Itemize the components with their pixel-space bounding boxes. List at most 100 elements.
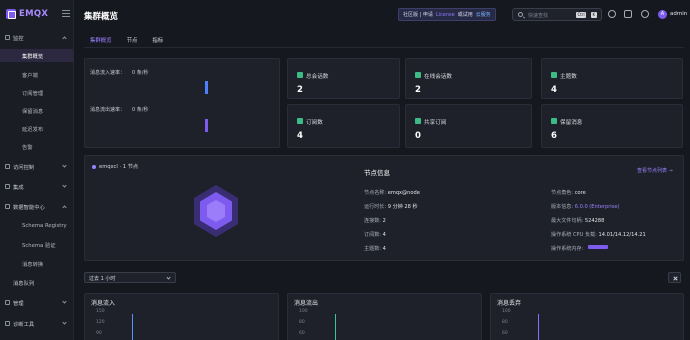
cpu-load-row: 操作系统 CPU 负载: 14.01/14.12/14.21 (551, 231, 646, 238)
sidebar-item-access-control[interactable]: 访问控制 (0, 160, 73, 173)
time-range-select[interactable]: 过去 1 小时 (84, 272, 176, 283)
collapse-menu-icon[interactable] (62, 10, 70, 17)
bell-icon[interactable] (608, 10, 616, 18)
chart-title: 消息流入 (91, 300, 116, 307)
stat-value: 2 (415, 85, 421, 95)
chevron-up-icon (62, 205, 67, 210)
y-tick-label: 90 (96, 331, 102, 336)
username[interactable]: admin (670, 11, 687, 17)
topics-key: 主题数: (364, 246, 381, 252)
y-tick-label: 120 (96, 320, 105, 325)
sidebar-item-integration[interactable]: 集成 (0, 180, 73, 193)
close-button[interactable] (668, 272, 681, 283)
subscriptions-key: 订阅数: (364, 232, 381, 238)
integration-icon (5, 184, 10, 189)
sidebar-item-schema-validation[interactable]: Schema 验证 (0, 238, 73, 251)
cpu-load-value: 14.01/14.12/14.21 (598, 232, 646, 238)
cloud-link[interactable]: 云服务 (476, 11, 491, 18)
chevron-down-icon (166, 274, 171, 280)
memory-usage-bar (588, 245, 608, 249)
shortcut-key: K (591, 12, 597, 18)
topics-row: 主题数: 4 (364, 245, 386, 252)
sidebar-item-clients[interactable]: 客户端 (0, 68, 73, 81)
edition-text: 社区版 | 申请 (403, 12, 433, 18)
inbound-rate-value: 0 条/秒 (132, 70, 149, 76)
stat-label: 订阅数 (306, 120, 323, 126)
file-handles-row: 最大文件句柄: 524288 (551, 217, 604, 224)
online-icon (415, 72, 421, 78)
sidebar-item-monitor[interactable]: 监控 (0, 31, 73, 44)
sidebar-item-label: 客户端 (22, 72, 38, 79)
chevron-down-icon (62, 299, 67, 304)
chevron-down-icon (62, 320, 67, 325)
sidebar-item-label: 告警 (22, 144, 33, 151)
outbound-rate-bar (205, 119, 208, 132)
sidebar-item-cluster-overview[interactable]: 集群概览 (0, 49, 73, 62)
tab-metrics[interactable]: 指标 (146, 34, 169, 48)
sidebar-item-delayed[interactable]: 延迟发布 (0, 122, 73, 135)
sidebar-item-data-intelligence[interactable]: 数据智能中心 (0, 200, 73, 213)
y-tick-label: 150 (96, 309, 105, 314)
shared-icon (415, 118, 421, 124)
y-tick-label: 100 (502, 309, 511, 314)
node-list-link[interactable]: 查看节点列表 → (637, 167, 673, 174)
stat-label: 主题数 (560, 74, 577, 80)
theme-icon[interactable] (624, 10, 632, 18)
gear-icon[interactable] (641, 10, 649, 18)
sidebar-item-management[interactable]: 管理 (0, 296, 73, 309)
node-info-panel: emqxcl · 1 节点 节点信息 查看节点列表 → 节点名称: emqx@n… (84, 155, 684, 261)
sidebar-item-diagnostics[interactable]: 诊断工具 (0, 317, 73, 330)
topic-icon (551, 72, 557, 78)
stat-value: 2 (297, 85, 303, 95)
node-info-title: 节点信息 (364, 169, 390, 177)
uptime-row: 运行时长: 9 分钟 28 秒 (364, 203, 418, 210)
stat-card-online-sessions: 在线会话数 2 (405, 58, 532, 99)
stat-value: 0 (415, 131, 421, 141)
tab-cluster-overview[interactable]: 集群概览 (84, 34, 118, 48)
sidebar-item-label: 消息队列 (13, 280, 35, 287)
brand-logo[interactable]: EMQX (6, 9, 48, 19)
data-center-icon (5, 204, 10, 209)
cpu-load-key: 操作系统 CPU 负载: (551, 232, 597, 238)
sidebar-item-schema-registry[interactable]: Schema Registry (0, 219, 73, 232)
connections-row: 连接数: 2 (364, 217, 386, 224)
edition-text: 或试用 (457, 12, 473, 18)
stat-value: 6 (551, 131, 557, 141)
sidebar-item-subscriptions[interactable]: 订阅管理 (0, 86, 73, 99)
tab-divider (84, 47, 684, 48)
chevron-down-icon (62, 183, 67, 188)
sidebar-item-label: 数据智能中心 (13, 204, 45, 211)
subscriptions-value: 4 (382, 232, 386, 238)
stat-value: 4 (297, 131, 303, 141)
sidebar-item-message-queue[interactable]: 消息队列 (0, 276, 73, 289)
emqx-logo-icon (6, 9, 16, 19)
avatar[interactable]: A (658, 10, 667, 19)
stat-card-shared-subscriptions: 共享订阅 0 (405, 104, 532, 148)
sidebar-item-message-transform[interactable]: 消息转换 (0, 257, 73, 270)
sidebar-item-retained[interactable]: 保留消息 (0, 104, 73, 117)
cluster-header: emqxcl · 1 节点 (92, 163, 138, 170)
sidebar-item-label: Schema 验证 (22, 242, 56, 249)
sidebar-item-alarms[interactable]: 告警 (0, 140, 73, 153)
sidebar-item-label: 订阅管理 (22, 90, 44, 97)
chart-line (538, 314, 539, 340)
tab-nodes[interactable]: 节点 (121, 34, 144, 48)
shortcut-key: Ctrl (576, 12, 587, 18)
page-title: 集群概览 (84, 12, 119, 22)
connections-value: 2 (382, 218, 386, 224)
node-hexagon-icon[interactable] (191, 183, 241, 239)
connections-key: 连接数: (364, 218, 381, 224)
version-key: 版本信息: (551, 204, 574, 210)
search-input[interactable]: 快速查找 Ctrl K (512, 8, 602, 21)
retained-icon (551, 118, 557, 124)
version-value[interactable]: 6.0.0 (Enterprise) (575, 204, 620, 210)
role-key: 节点角色: (551, 190, 574, 196)
brand-name: EMQX (19, 9, 49, 19)
license-link[interactable]: License (436, 12, 455, 18)
version-row: 版本信息: 6.0.0 (Enterprise) (551, 203, 619, 210)
sidebar-item-label: 诊断工具 (13, 321, 35, 328)
chevron-up-icon (62, 36, 67, 41)
sidebar: EMQX 监控 集群概览 客户端 订阅管理 保留消息 延迟发布 告警 访问控制 … (0, 0, 74, 340)
edition-banner[interactable]: 社区版 | 申请 License 或试用 云服务 (398, 8, 496, 21)
topics-value: 4 (382, 246, 386, 252)
